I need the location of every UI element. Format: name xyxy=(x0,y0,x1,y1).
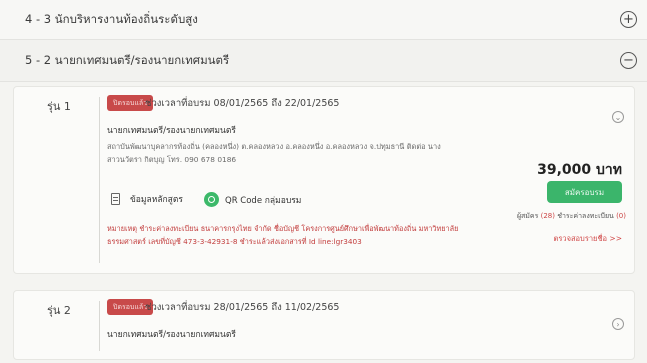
course-name: นายกเทศมนตรี/รองนายกเทศมนตรี xyxy=(107,330,236,340)
training-period: ช่วงเวลาที่อบรม 28/01/2565 ถึง 11/02/256… xyxy=(145,302,340,313)
document-icon xyxy=(111,193,120,205)
qr-code-link[interactable]: QR Code กลุ่มอบรม xyxy=(204,192,301,207)
curriculum-label: ข้อมูลหลักสูตร xyxy=(130,195,183,205)
divider xyxy=(99,301,100,351)
section-header-4-3[interactable]: 4 - 3 นักบริหารงานท้องถิ่นระดับสูง + xyxy=(0,0,647,40)
page: 4 - 3 นักบริหารงานท้องถิ่นระดับสูง + 5 -… xyxy=(0,0,647,363)
divider xyxy=(99,97,100,263)
chevron-down-icon[interactable]: ⌄ xyxy=(612,111,624,123)
applicants-label: ผู้สมัคร xyxy=(516,212,539,220)
venue-contact: สถาบันพัฒนาบุคลากรท้องถิ่น (คลองหนึ่ง) ต… xyxy=(107,142,441,164)
expand-plus-icon[interactable]: + xyxy=(620,11,637,28)
qr-label: QR Code กลุ่มอบรม xyxy=(225,195,302,206)
round-label: รุ่น 2 xyxy=(47,304,71,317)
paid-label: ชำระค่าลงทะเบียน xyxy=(557,212,614,220)
chevron-right-icon[interactable]: › xyxy=(612,318,624,330)
check-list-link[interactable]: ตรวจสอบรายชื่อ >> xyxy=(553,233,622,245)
qr-circle-icon xyxy=(204,192,219,207)
round-label: รุ่น 1 xyxy=(47,100,71,113)
applicant-counts: ผู้สมัคร (28) ชำระค่าลงทะเบียน (0) xyxy=(517,211,626,222)
curriculum-link[interactable]: ข้อมูลหลักสูตร xyxy=(111,192,183,206)
paid-count: (0) xyxy=(616,212,626,220)
round-card-2: รุ่น 2 ปิดรอบแล้ว ช่วงเวลาที่อบรม 28/01/… xyxy=(13,290,635,360)
price: 39,000 บาท xyxy=(537,162,622,178)
payment-note: หมายเหตุ ชำระค่าลงทะเบียน ธนาคารกรุงไทย … xyxy=(107,224,459,246)
training-period: ช่วงเวลาที่อบรม 08/01/2565 ถึง 22/01/256… xyxy=(145,98,340,109)
course-name: นายกเทศมนตรี/รองนายกเทศมนตรี xyxy=(107,126,236,136)
applicants-count: (28) xyxy=(540,212,555,220)
section-title: 5 - 2 นายกเทศมนตรี/รองนายกเทศมนตรี xyxy=(25,52,230,67)
round-card-1: รุ่น 1 ปิดรอบแล้ว ช่วงเวลาที่อบรม 08/01/… xyxy=(13,86,635,274)
section-header-5-2[interactable]: 5 - 2 นายกเทศมนตรี/รองนายกเทศมนตรี − xyxy=(0,40,647,82)
collapse-minus-icon[interactable]: − xyxy=(620,52,637,69)
register-button[interactable]: สมัครอบรม xyxy=(547,181,622,203)
section-title: 4 - 3 นักบริหารงานท้องถิ่นระดับสูง xyxy=(25,11,198,26)
